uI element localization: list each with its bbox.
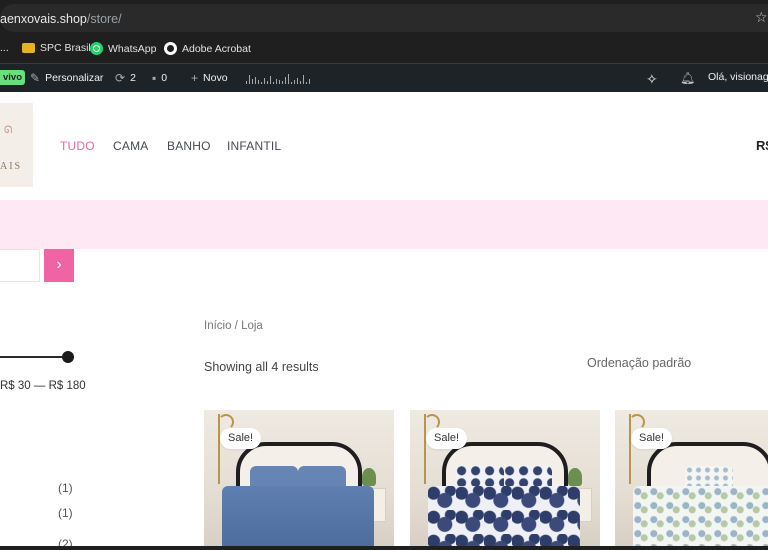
shop-sidebar: › R$ 30 — R$ 180 (1) (1) (2) — [0, 200, 121, 550]
bookmark-label: Adobe Acrobat — [182, 42, 251, 55]
comment-icon: ▪ — [152, 71, 157, 85]
activity-bar — [270, 76, 271, 84]
account-menu[interactable]: Olá, visionage — [708, 71, 768, 83]
nav-cama[interactable]: CAMA — [113, 139, 148, 153]
price-slider-handle[interactable] — [62, 351, 74, 363]
wp-admin-bar: vivo ✎ Personalizar ⟳ 2 ▪ 0 + Novo ✧ 🔔︎ Olá,… — [0, 64, 768, 92]
activity-bar — [300, 81, 301, 84]
nav-banho[interactable]: BANHO — [167, 139, 211, 153]
updates-icon: ⟳ — [115, 71, 126, 85]
customize-label: Personalizar — [45, 72, 104, 84]
ai-sparkle-button[interactable]: ✧ — [646, 71, 663, 88]
activity-bar — [303, 75, 304, 84]
bell-icon: 🔔︎ — [680, 71, 696, 85]
product-image-plant — [568, 468, 582, 486]
activity-bar — [282, 81, 283, 84]
product-card[interactable]: Sale! — [615, 410, 768, 550]
product-image-lamp — [424, 414, 440, 484]
bookmark-label: SPC Brasil — [40, 42, 91, 54]
bookmark-spc-brasil[interactable]: SPC Brasil — [22, 42, 91, 54]
site-header: ᘏ AIS TUDO CAMA BANHO INFANTIL R$ — [0, 92, 768, 200]
activity-bar — [258, 80, 259, 84]
nav-tudo[interactable]: TUDO — [60, 139, 95, 153]
product-image-plant — [362, 468, 376, 486]
updates-link[interactable]: ⟳ 2 — [115, 71, 136, 85]
result-count: Showing all 4 results — [204, 360, 319, 374]
updates-count: 2 — [130, 72, 136, 84]
activity-bar — [309, 79, 310, 84]
product-card[interactable]: Sale! — [204, 410, 394, 550]
product-image-bed — [428, 486, 580, 550]
nav-infantil[interactable]: INFANTIL — [227, 139, 281, 153]
bookmark-label: ... — [0, 42, 9, 54]
activity-bar — [261, 82, 262, 84]
product-image-lamp — [218, 414, 234, 484]
window-bottom-edge — [0, 546, 768, 550]
brush-icon: ✎ — [30, 71, 41, 85]
cart-total[interactable]: R$ — [756, 138, 768, 153]
search-submit-button[interactable]: › — [44, 249, 74, 282]
comments-count: 0 — [161, 72, 168, 84]
activity-sparkline — [246, 72, 322, 84]
url-domain: aenxovais.shop — [0, 12, 87, 26]
greeting: Olá, visionage — [708, 71, 768, 83]
price-slider-track[interactable] — [0, 356, 68, 358]
activity-bar — [255, 77, 256, 84]
product-image-bed — [222, 486, 374, 550]
bookmark-more[interactable]: ... — [0, 42, 9, 54]
activity-bar — [306, 82, 307, 84]
url-path: /store/ — [86, 12, 122, 26]
url-text[interactable]: aenxovais.shop/store/ — [0, 12, 122, 26]
sale-badge: Sale! — [220, 428, 262, 449]
price-range-text: R$ 30 — R$ 180 — [0, 380, 86, 392]
new-content-link[interactable]: + Novo — [191, 71, 228, 85]
site-logo[interactable]: ᘏ AIS — [0, 103, 33, 187]
bookmarks-bar: ... SPC Brasil WhatsApp Adobe Acrobat — [0, 35, 768, 64]
sale-badge: Sale! — [426, 428, 468, 449]
logo-flourish-icon: ᘏ — [4, 125, 13, 136]
notifications-button[interactable]: 🔔︎ — [680, 71, 700, 85]
ordering-select[interactable]: Ordenação padrão — [587, 356, 691, 370]
activity-bar — [279, 80, 280, 84]
activity-bar — [264, 78, 265, 84]
product-search-input[interactable] — [0, 249, 40, 282]
new-label: Novo — [203, 72, 228, 84]
plus-icon: + — [191, 71, 199, 85]
activity-bar — [249, 75, 250, 84]
browser-toolbar: aenxovais.shop/store/ ☆ — [0, 0, 768, 35]
activity-bar — [291, 82, 292, 84]
activity-bar — [285, 77, 286, 84]
product-image-bed — [633, 486, 768, 550]
activity-bar — [246, 81, 247, 84]
bookmark-adobe-acrobat[interactable]: Adobe Acrobat — [164, 42, 251, 55]
chevron-right-icon: › — [56, 256, 62, 273]
customize-link[interactable]: ✎ Personalizar — [30, 71, 103, 85]
bookmark-label: WhatsApp — [108, 42, 157, 55]
product-card[interactable]: Sale! — [410, 410, 600, 550]
activity-bar — [288, 74, 289, 84]
bookmark-star-icon[interactable]: ☆ — [755, 9, 768, 26]
live-badge[interactable]: vivo — [0, 70, 26, 85]
acrobat-icon — [164, 42, 177, 55]
activity-bar — [267, 81, 268, 84]
activity-bar — [276, 79, 277, 84]
whatsapp-icon — [90, 42, 103, 55]
logo-text: AIS — [0, 161, 23, 172]
activity-bar — [294, 80, 295, 84]
bookmark-whatsapp[interactable]: WhatsApp — [90, 42, 156, 55]
sidebar-top-band — [0, 200, 121, 249]
folder-icon — [22, 43, 35, 53]
sale-badge: Sale! — [631, 428, 673, 449]
sparkle-icon: ✧ — [646, 71, 658, 87]
breadcrumb: Início / Loja — [204, 320, 263, 332]
activity-bar — [297, 78, 298, 84]
activity-bar — [273, 82, 274, 84]
shop-main: Início / Loja Showing all 4 results Orde… — [121, 249, 768, 550]
comments-link[interactable]: ▪ 0 — [152, 71, 167, 85]
product-image-lamp — [629, 414, 645, 484]
category-count: (1) — [58, 506, 73, 520]
category-count: (1) — [58, 481, 73, 495]
activity-bar — [252, 79, 253, 84]
